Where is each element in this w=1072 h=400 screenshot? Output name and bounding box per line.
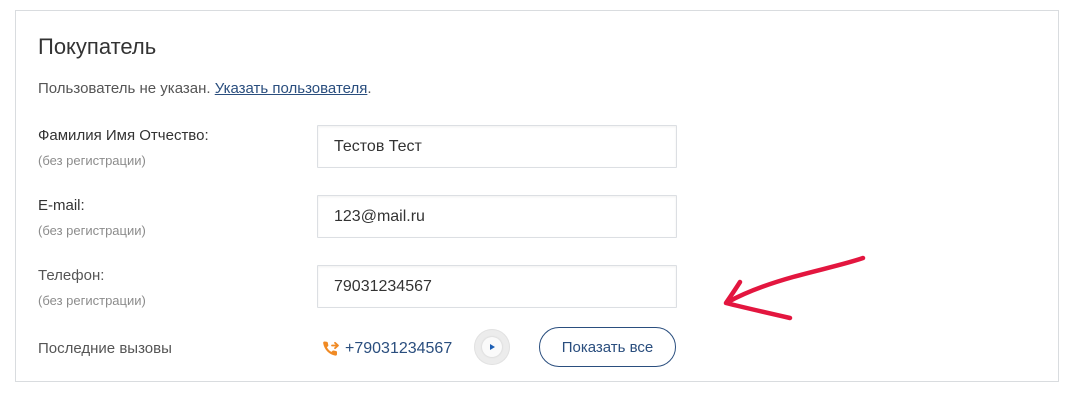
full-name-label: Фамилия Имя Отчество: (38, 127, 209, 144)
email-label: E-mail: (38, 197, 85, 214)
email-input[interactable] (317, 195, 677, 238)
red-arrow-annotation (723, 255, 866, 321)
recent-call-number: +79031234567 (345, 340, 453, 357)
user-notice-text: Пользователь не указан. (38, 80, 215, 97)
play-icon (490, 344, 495, 350)
section-title: Покупатель (38, 34, 157, 59)
phone-hint: (без регистрации) (38, 293, 146, 308)
phone-input[interactable] (317, 265, 677, 308)
specify-user-link[interactable]: Указать пользователя (215, 80, 368, 97)
recent-call-link[interactable]: +79031234567 (320, 336, 452, 362)
user-notice-suffix: . (367, 80, 372, 97)
full-name-input[interactable] (317, 125, 677, 168)
recent-calls-label: Последние вызовы (38, 340, 172, 357)
show-all-button[interactable]: Показать все (539, 327, 676, 367)
full-name-hint: (без регистрации) (38, 153, 146, 168)
user-notice: Пользователь не указан. Указать пользова… (38, 80, 372, 98)
email-hint: (без регистрации) (38, 223, 146, 238)
phone-outgoing-icon (320, 338, 342, 360)
play-button-inner (482, 337, 502, 357)
phone-label: Телефон: (38, 267, 105, 284)
play-button[interactable] (474, 329, 510, 365)
